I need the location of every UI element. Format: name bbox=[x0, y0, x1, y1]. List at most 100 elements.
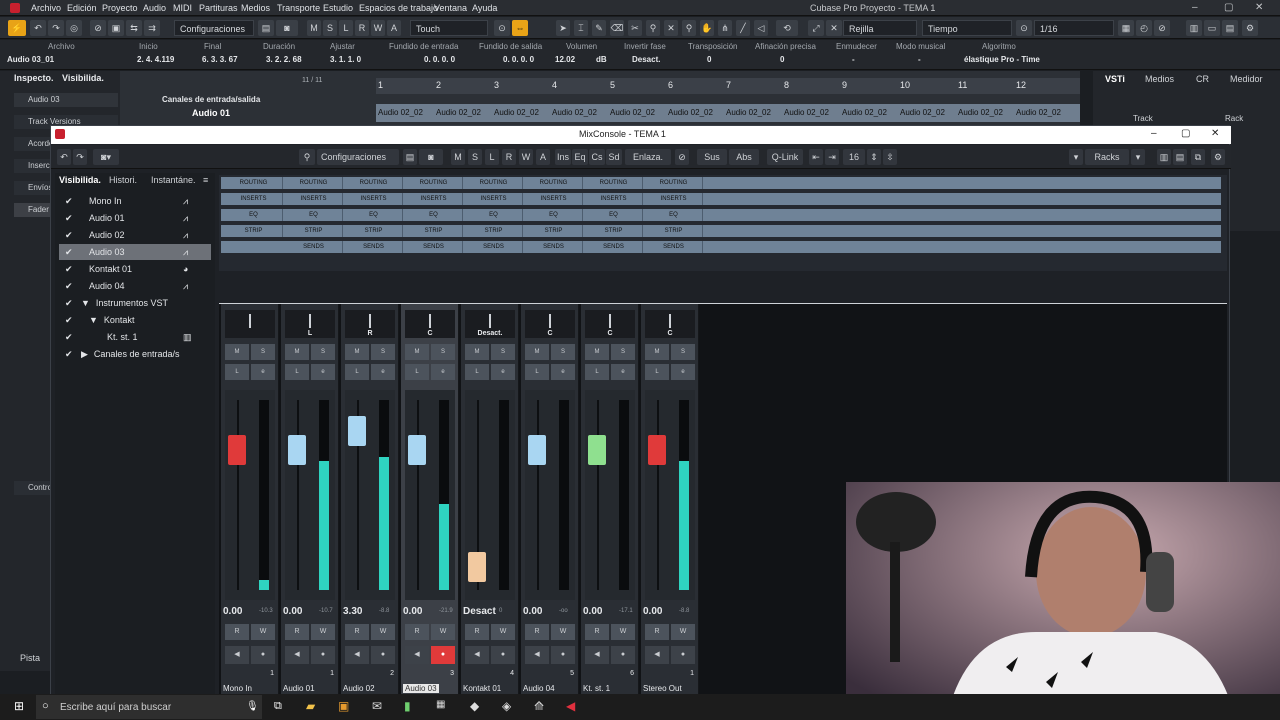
eq-rack-row[interactable]: EQ EQ EQ EQ EQ EQ EQ EQ bbox=[221, 209, 1221, 221]
audio-clip[interactable]: Audio 02_02 bbox=[784, 108, 829, 117]
volume-value[interactable]: Desact bbox=[463, 606, 496, 617]
solo-button[interactable]: S bbox=[251, 344, 275, 360]
listen-button[interactable]: L bbox=[405, 364, 429, 380]
quantize-dropdown[interactable]: 1/16 bbox=[1034, 20, 1114, 36]
write-button[interactable]: W bbox=[491, 624, 515, 640]
info-volume-value[interactable]: 12.02 bbox=[555, 55, 575, 64]
record-enable-button[interactable]: ● bbox=[311, 646, 335, 664]
menu-espacios[interactable]: Espacios de trabajo bbox=[359, 3, 438, 13]
edit-channel-icon[interactable]: e bbox=[431, 364, 455, 380]
mute-button[interactable]: M bbox=[345, 344, 369, 360]
rack-cell-inserts[interactable]: INSERTS bbox=[225, 193, 283, 205]
window-zone-icon[interactable]: ▣ bbox=[108, 20, 124, 36]
visibility-item[interactable]: ✔ Kontakt 01 ◕ bbox=[59, 261, 211, 277]
camera-icon[interactable]: ◙ bbox=[419, 149, 443, 165]
rack-cell-routing[interactable]: ROUTING bbox=[465, 177, 523, 189]
mute-button[interactable]: M bbox=[225, 344, 249, 360]
app-icon[interactable]: ⟰ bbox=[534, 699, 544, 713]
tab-vsti[interactable]: VSTi bbox=[1105, 74, 1125, 84]
link-dropdown[interactable]: Enlaza. bbox=[625, 149, 671, 165]
rack-cell-strip[interactable]: STRIP bbox=[465, 225, 523, 237]
pan-control[interactable]: C bbox=[405, 310, 455, 338]
split-tool-icon[interactable]: ✂ bbox=[628, 20, 642, 36]
file-explorer-icon[interactable]: ▰ bbox=[306, 699, 315, 713]
undo-icon[interactable]: ↶ bbox=[57, 149, 71, 165]
rack-cell-inserts[interactable]: INSERTS bbox=[645, 193, 703, 205]
sd-bypass-button[interactable]: Sd bbox=[606, 149, 622, 165]
channel-name[interactable]: Audio 02 bbox=[343, 684, 375, 693]
rack-cell-sends[interactable]: SENDS bbox=[285, 241, 343, 253]
read-button[interactable]: R bbox=[525, 624, 549, 640]
transport-icon[interactable]: ⇆ bbox=[126, 20, 142, 36]
menu-transporte[interactable]: Transporte bbox=[277, 3, 320, 13]
channel-name[interactable]: Audio 04 bbox=[523, 684, 555, 693]
visibility-item[interactable]: ✔ Audio 01 ⩘ bbox=[59, 210, 211, 226]
rack-cell-sends[interactable]: SENDS bbox=[465, 241, 523, 253]
punch-icon[interactable]: ⊙ bbox=[494, 20, 510, 36]
fader-knob[interactable] bbox=[468, 552, 486, 582]
solo-button[interactable]: S bbox=[311, 344, 335, 360]
info-start-value[interactable]: 2. 4. 4.119 bbox=[137, 55, 174, 64]
zoom-out-icon[interactable]: ⇳ bbox=[883, 149, 897, 165]
mute-button[interactable]: M bbox=[645, 344, 669, 360]
close-icon[interactable]: ✕ bbox=[1255, 2, 1263, 13]
chevron-down-icon[interactable]: ▾ bbox=[1069, 149, 1083, 165]
audio-clip[interactable]: Audio 02_02 bbox=[494, 108, 539, 117]
channel-name[interactable]: Stereo Out bbox=[643, 684, 682, 693]
range-tool-icon[interactable]: ⌶ bbox=[574, 20, 588, 36]
rack-cell-sends[interactable]: SENDS bbox=[405, 241, 463, 253]
listen-button[interactable]: L bbox=[339, 20, 353, 36]
tab-snapshots[interactable]: Instantáne. bbox=[151, 175, 196, 185]
rack-cell-eq[interactable]: EQ bbox=[585, 209, 643, 221]
record-enable-button[interactable]: ● bbox=[431, 646, 455, 664]
channel-strip[interactable]: Desact. M S Le Desact 0 R W ◀ ● 4 Kontakt 01 bbox=[461, 304, 519, 696]
volume-value[interactable]: 3.30 bbox=[343, 606, 362, 617]
mute-button[interactable]: M bbox=[525, 344, 549, 360]
config-dropdown[interactable]: Configuraciones bbox=[174, 20, 254, 36]
pan-control[interactable]: C bbox=[585, 310, 635, 338]
right-zone-icon[interactable]: ▤ bbox=[1173, 149, 1187, 165]
line-tool-icon[interactable]: ╱ bbox=[736, 20, 750, 36]
volume-value[interactable]: 0.00 bbox=[583, 606, 602, 617]
edit-channel-icon[interactable]: e bbox=[611, 364, 635, 380]
app-icon[interactable]: ◈ bbox=[502, 699, 511, 713]
snapshot-icon[interactable]: ◙▾ bbox=[93, 149, 119, 165]
app-icon[interactable]: ▦ bbox=[436, 699, 445, 710]
read-button[interactable]: R bbox=[405, 624, 429, 640]
camera-icon[interactable]: ◙ bbox=[276, 20, 298, 36]
write-button[interactable]: W bbox=[431, 624, 455, 640]
write-button[interactable]: W bbox=[371, 20, 385, 36]
info-algorithm-value[interactable]: élastique Pro - Time bbox=[964, 55, 1040, 64]
visibility-item[interactable]: ✔ Audio 02 ⩘ bbox=[59, 227, 211, 243]
rack-cell-eq[interactable]: EQ bbox=[285, 209, 343, 221]
channel-strip[interactable]: C M S Le 0.00 -21.9 R W ◀ ● 3 Audio 03 bbox=[401, 304, 459, 696]
tab-meter[interactable]: Medidor bbox=[1230, 74, 1263, 84]
rack-cell-eq[interactable]: EQ bbox=[225, 209, 283, 221]
record-enable-button[interactable]: ● bbox=[251, 646, 275, 664]
pan-control[interactable]: C bbox=[645, 310, 695, 338]
channel-strip[interactable]: C M S Le 0.00 -17.1 R W ◀ ● 6 Kt. st. 1 bbox=[581, 304, 639, 696]
q-icon[interactable]: ⊘ bbox=[1154, 20, 1170, 36]
channel-count[interactable]: 16 bbox=[843, 149, 865, 165]
visibility-item[interactable]: ✔ Mono In ⩘ bbox=[59, 193, 211, 209]
rack-cell-routing[interactable]: ROUTING bbox=[645, 177, 703, 189]
audio-clip[interactable]: Audio 02_02 bbox=[668, 108, 713, 117]
read-button[interactable]: R bbox=[645, 624, 669, 640]
tab-media[interactable]: Medios bbox=[1145, 74, 1174, 84]
rack-cell-eq[interactable]: EQ bbox=[525, 209, 583, 221]
glue-tool-icon[interactable]: ⚲ bbox=[646, 20, 660, 36]
link-icon[interactable]: ⊘ bbox=[675, 149, 689, 165]
listen-button[interactable]: L bbox=[525, 364, 549, 380]
monitor-button[interactable]: ◀ bbox=[645, 646, 669, 664]
visibility-folder[interactable]: ✔ ▶ Canales de entrada/s bbox=[59, 346, 211, 362]
abs-button[interactable]: Abs bbox=[729, 149, 759, 165]
left-zone-icon[interactable]: ▥ bbox=[1157, 149, 1171, 165]
automation-button[interactable]: A bbox=[387, 20, 401, 36]
edit-channel-icon[interactable]: e bbox=[671, 364, 695, 380]
draw-tool-icon[interactable]: ✎ bbox=[592, 20, 606, 36]
minimize-icon[interactable]: – bbox=[1192, 2, 1198, 13]
monitor-button[interactable]: ◀ bbox=[405, 646, 429, 664]
monitor-button[interactable]: ◀ bbox=[225, 646, 249, 664]
right-zone-icon[interactable]: ▤ bbox=[1222, 20, 1238, 36]
channel-strip[interactable]: L M S Le 0.00 -10.7 R W ◀ ● 1 Audio 01 bbox=[281, 304, 339, 696]
